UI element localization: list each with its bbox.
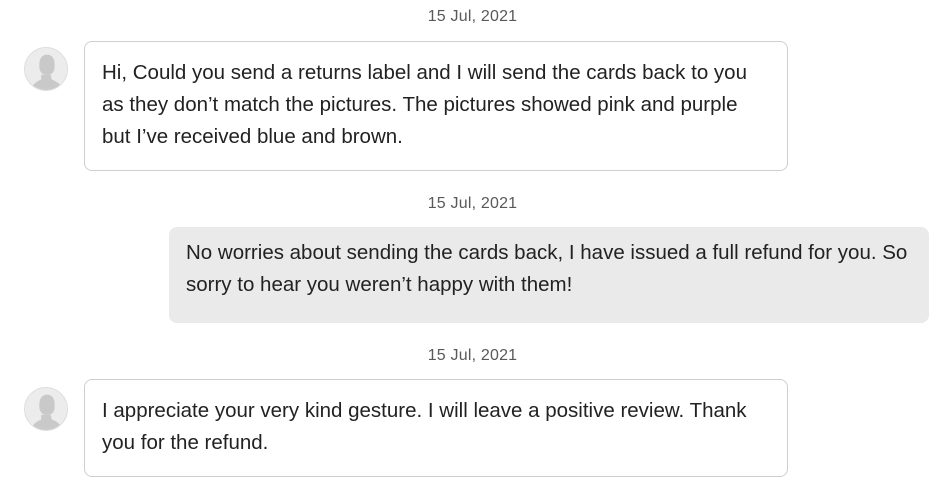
message-date: 15 Jul, 2021	[427, 195, 518, 212]
message-text: I appreciate your very kind gesture. I w…	[102, 399, 747, 454]
message-text: Hi, Could you send a returns label and I…	[102, 61, 747, 148]
default-user-avatar-icon	[25, 48, 67, 90]
message-date: 15 Jul, 2021	[427, 8, 518, 25]
default-user-avatar-icon	[25, 388, 67, 430]
message-date: 15 Jul, 2021	[427, 347, 518, 364]
user-avatar-icon[interactable]	[24, 387, 68, 431]
incoming-message-bubble: I appreciate your very kind gesture. I w…	[84, 379, 788, 477]
message-text: No worries about sending the cards back,…	[186, 241, 908, 296]
message-thread: 15 Jul, 2021 Hi, Could you send a return…	[0, 0, 941, 499]
outgoing-message-bubble: No worries about sending the cards back,…	[169, 227, 929, 323]
incoming-message-bubble: Hi, Could you send a returns label and I…	[84, 41, 788, 171]
user-avatar-icon[interactable]	[24, 47, 68, 91]
